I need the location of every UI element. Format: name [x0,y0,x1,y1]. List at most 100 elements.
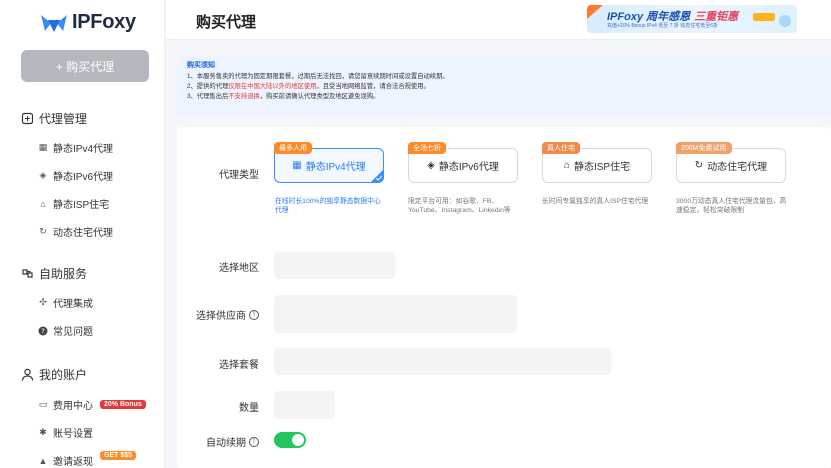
promo-decoration-icon [779,15,791,27]
notice-line-2: 2、提供的代理仅限在中国大陆以外的地区使用，且受当地网络监管，请合法合规使用。 [187,82,821,92]
sidebar-item-label: 账号设置 [53,429,93,440]
type-desc-rotating-residential: 3000万动态真人住宅代理流量包，高速稳定，轻松突破限制 [676,198,787,214]
user-icon [20,368,34,382]
group-title-label: 自助服务 [39,267,88,281]
sidebar-item-label: 代理集成 [53,299,93,310]
type-tag: 200M免费试用 [676,142,732,154]
notice-line-3: 3、代理售出后不支持退换，购买前请确认代理类型及地区避免误购。 [187,92,821,102]
label-region: 选择地区 [219,259,259,274]
promo-cta-button[interactable] [753,13,775,21]
sidebar: IPFoxy + 购买代理 代理管理 ▦ 静态IPv4代理 ◈ 静态IPv6代理… [0,0,165,468]
sidebar-item-label: 静态IPv4代理 [53,144,114,155]
group-proxy-management[interactable]: 代理管理 [20,110,87,127]
refresh-icon: ↻ [694,160,704,171]
label-auto-renew: 自动续期 ! [206,434,259,449]
type-card-rotating-residential[interactable]: 200M免费试用 ↻ 动态住宅代理 [676,142,786,183]
group-title-label: 我的账户 [39,368,88,382]
type-label: 静态IPv4代理 [305,162,366,173]
proxy-management-icon [20,112,34,126]
region-select[interactable] [274,252,395,279]
self-service-icon [20,267,34,281]
promo-banner[interactable]: IPFoxy 周年感恩 三重钜惠 充值+20% Bonus IPv4 低至 7 折… [587,5,797,33]
server-icon: ▦ [38,142,48,152]
buy-proxy-button[interactable]: + 购买代理 [21,50,149,82]
sidebar-item-label: 静态ISP住宅 [53,200,110,211]
sidebar-item-label: 动态住宅代理 [53,228,113,239]
notice-title: 购买须知 [187,62,215,69]
type-label: 动态住宅代理 [707,162,768,173]
type-label: 静态IPv6代理 [438,162,499,173]
help-icon: ? [38,326,48,336]
sidebar-item-billing[interactable]: ▭ 费用中心 20% Bonus [38,397,146,412]
notice-line-3-post: ，购买前请确认代理类型及地区避免误购。 [259,93,380,100]
label-text: 选择供应商 [196,311,246,322]
sidebar-item-referral[interactable]: ▲ 邀请返现 GET $$$ [38,451,137,468]
label-text: 自动续期 [206,438,246,449]
fox-logo-icon [40,13,68,33]
promo-subline: 充值+20% Bonus IPv4 低至 7 折 动态住宅低至6折 [607,23,719,29]
sidebar-item-rotating-residential[interactable]: ↻ 动态住宅代理 [38,224,113,239]
label-quantity: 数量 [239,399,259,414]
sidebar-item-label: 邀请返现 [53,457,93,468]
sidebar-item-label: 费用中心 [53,401,93,412]
info-icon[interactable]: ! [249,436,259,447]
notice-line-1: 1、本服务售卖的代理为固定期限套餐，过期后无法找回，请您留意续期时间或设置自动续… [187,73,449,80]
auto-renew-toggle[interactable] [274,432,306,448]
provider-select[interactable] [274,295,517,333]
notice-line-3-pre: 3、代理售出后 [187,93,229,100]
group-my-account[interactable]: 我的账户 [20,366,87,383]
logo[interactable]: IPFoxy [40,11,136,34]
gift-icon: ▲ [38,455,48,466]
notice-line-2-highlight: 仅限在中国大陆以外的地区使用 [228,83,317,90]
group-title-label: 代理管理 [39,112,88,126]
home-icon: ⌂ [563,160,570,171]
page-title: 购买代理 [196,14,257,31]
sidebar-item-static-ipv4[interactable]: ▦ 静态IPv4代理 [38,140,113,155]
type-desc-static-isp: 长时间专属独享的真人ISP住宅代理 [542,198,649,205]
bonus-badge: 20% Bonus [100,400,146,409]
sidebar-item-label: 常见问题 [53,327,93,338]
type-desc-static-ipv6: 限定平台可用：如谷歌、FB、YouTube、Instagram、Linkedin… [408,198,511,214]
purchase-form: 代理类型 最多人用 ▦ 静态IPv4代理 在线时长100%的独享静态数据中心代理… [177,127,831,468]
sidebar-item-static-ipv6[interactable]: ◈ 静态IPv6代理 [38,168,113,183]
label-proxy-type: 代理类型 [219,166,259,181]
selected-check-icon [370,169,384,183]
wallet-icon: ▭ [38,399,48,409]
toggle-knob [292,434,304,446]
package-select[interactable] [274,348,611,375]
notice-line-2-pre: 2、提供的代理 [187,83,229,90]
promo-ribbon [587,5,603,19]
svg-text:?: ? [41,327,45,335]
type-card-static-isp[interactable]: 真人住宅 ⌂ 静态ISP住宅 [542,142,652,183]
type-desc-static-ipv4: 在线时长100%的独享静态数据中心代理 [275,198,381,214]
info-icon[interactable]: ! [249,309,259,320]
notice-line-3-highlight: 不支持退换 [228,93,260,100]
sidebar-item-label: 静态IPv6代理 [53,172,114,183]
type-tag: 真人住宅 [542,142,580,154]
label-text: 代理类型 [219,170,259,181]
server-icon: ▦ [292,160,302,171]
type-card-static-ipv4[interactable]: 最多人用 ▦ 静态IPv4代理 [274,142,384,183]
type-card-static-ipv6[interactable]: 全场七折 ◈ 静态IPv6代理 [408,142,518,183]
refresh-icon: ↻ [39,226,47,236]
integration-icon: ✣ [39,297,47,307]
label-text: 选择套餐 [219,360,259,371]
buy-proxy-label: + 购买代理 [55,59,115,74]
home-icon: ⌂ [40,198,46,209]
type-tag: 最多人用 [274,142,312,154]
type-tag: 全场七折 [408,142,446,154]
notice-line-2-post: ，且受当地网络监管，请合法合规使用。 [316,83,430,90]
sidebar-item-static-isp[interactable]: ⌂ 静态ISP住宅 [38,196,110,212]
quantity-input[interactable] [274,391,335,419]
top-header: 购买代理 IPFoxy 周年感恩 三重钜惠 充值+20% Bonus IPv4 低… [166,0,831,40]
sidebar-item-faq[interactable]: ? 常见问题 [38,323,93,338]
purchase-notice: 购买须知 1、本服务售卖的代理为固定期限套餐，过期后无法找回，请您留意续期时间或… [177,56,831,116]
group-self-service[interactable]: 自助服务 [20,265,87,282]
gear-icon: ✱ [39,427,47,437]
sidebar-item-proxy-integration[interactable]: ✣ 代理集成 [38,295,93,310]
label-provider: 选择供应商 ! [196,307,259,322]
label-text: 数量 [239,403,259,414]
label-package: 选择套餐 [219,356,259,371]
layers-icon: ◈ [39,170,47,180]
sidebar-item-account-settings[interactable]: ✱ 账号设置 [38,425,93,440]
